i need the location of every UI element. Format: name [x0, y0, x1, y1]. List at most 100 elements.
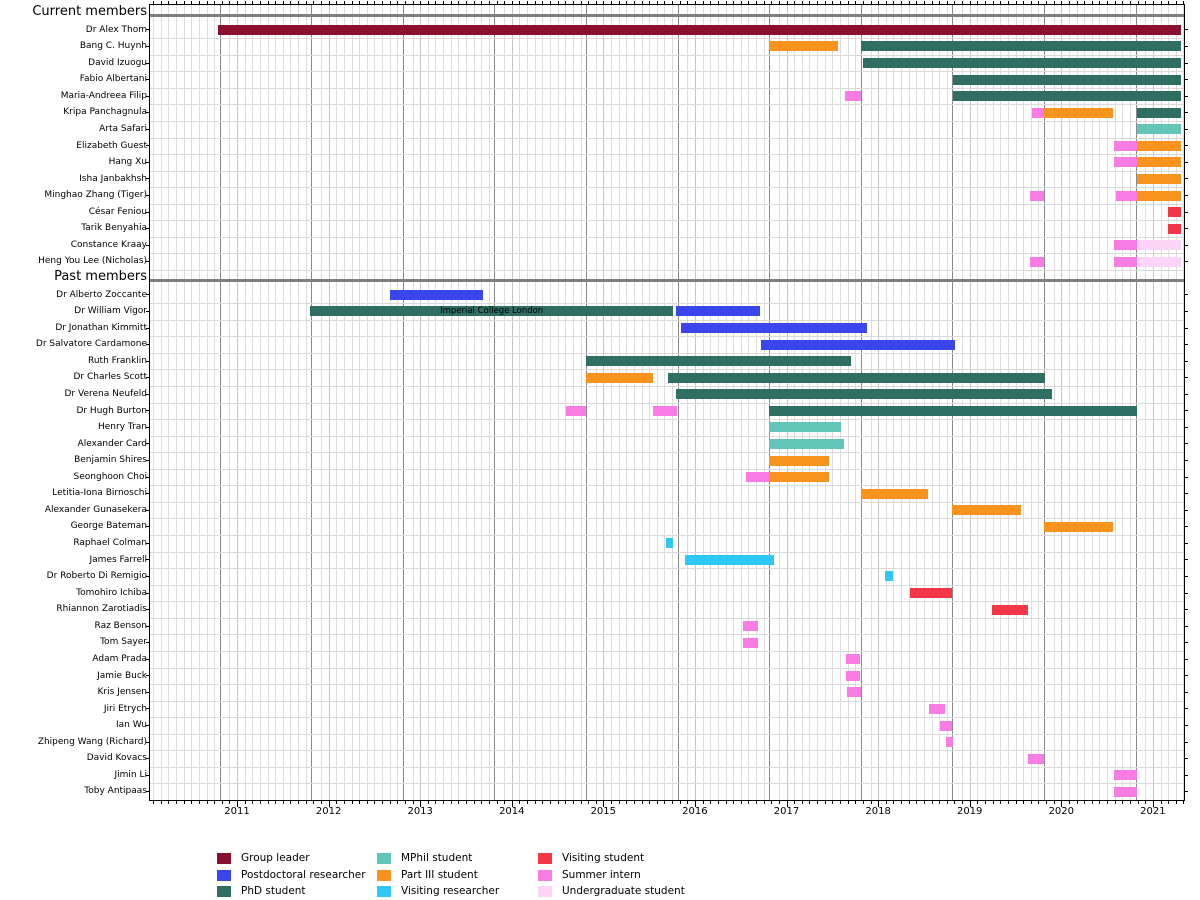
- x-tick-top: [160, 1, 162, 4]
- x-tick-top: [542, 1, 544, 4]
- x-tick-minor: [717, 801, 719, 804]
- member-label: Hang Xu: [108, 157, 147, 168]
- x-tick-minor: [748, 801, 750, 804]
- x-tick-top: [343, 1, 345, 4]
- x-tick-top: [443, 1, 445, 4]
- x-tick-minor: [275, 801, 277, 804]
- x-tick-minor: [1091, 801, 1093, 804]
- x-tick-top: [427, 1, 429, 4]
- gantt-bar-part3: [860, 488, 929, 499]
- x-tick-minor: [397, 801, 399, 804]
- gantt-bar-postdoc: [681, 323, 868, 333]
- x-tick-minor: [1099, 801, 1101, 804]
- gantt-bar-postdoc: [760, 339, 956, 350]
- x-tick-minor: [847, 801, 849, 804]
- gantt-bar-part3: [1043, 107, 1113, 118]
- x-tick-top: [1099, 1, 1101, 4]
- x-tick-top: [214, 1, 216, 4]
- x-tick-minor: [1183, 801, 1185, 804]
- x-tick-minor: [298, 801, 300, 804]
- x-tick-top: [557, 1, 559, 4]
- gantt-bar-phd: Imperial College London: [310, 306, 673, 317]
- member-label: Bang C. Huynh: [79, 41, 147, 52]
- gantt-bar-part3: [952, 505, 1021, 516]
- x-tick-minor: [1053, 801, 1055, 804]
- x-tick-top: [267, 1, 269, 4]
- x-tick-top: [649, 1, 651, 4]
- x-tick-top: [1068, 1, 1070, 4]
- x-tick-minor: [633, 801, 635, 804]
- x-tick-minor: [985, 801, 986, 804]
- x-tick-minor: [839, 801, 841, 804]
- gantt-bar-summer_intern: [652, 405, 678, 416]
- member-label: Letitia-Iona Birnoschi: [52, 488, 147, 499]
- x-tick-top: [313, 1, 315, 4]
- legend-swatch-part3: [377, 870, 391, 881]
- x-tick-top: [672, 1, 673, 4]
- x-tick-label: 2021: [1140, 806, 1166, 817]
- gantt-bar-part3: [1137, 157, 1182, 168]
- gantt-bar-mphil: [1137, 124, 1182, 135]
- x-tick-minor: [992, 801, 994, 804]
- x-tick-minor: [1175, 801, 1177, 804]
- member-label: Raz Benson: [94, 620, 147, 631]
- gantt-bar-phd: [769, 405, 1138, 416]
- x-tick-top: [1015, 1, 1017, 4]
- x-tick-minor: [702, 801, 704, 804]
- gantt-bar-summer_intern: [746, 472, 770, 482]
- x-tick-label: 2019: [956, 806, 983, 817]
- legend-label-mphil: MPhil student: [401, 852, 473, 864]
- x-tick-minor: [1007, 801, 1009, 804]
- row-gridline: [150, 137, 1184, 139]
- gantt-bar-part3: [1043, 521, 1113, 532]
- x-tick-top: [611, 1, 612, 4]
- x-tick-top: [725, 1, 727, 4]
- x-tick-top: [328, 1, 330, 4]
- x-tick-top: [878, 1, 880, 4]
- x-tick-minor: [862, 801, 864, 804]
- x-tick-minor: [1000, 801, 1002, 804]
- gantt-bar-phd: [860, 41, 1182, 52]
- x-tick-minor: [374, 801, 376, 804]
- x-tick-minor: [519, 801, 521, 804]
- legend-swatch-mphil: [377, 853, 391, 864]
- x-tick-top: [885, 1, 887, 4]
- x-tick-minor: [572, 801, 574, 804]
- legend-swatch-postdoc: [217, 870, 231, 881]
- x-tick-top: [206, 1, 208, 4]
- x-tick-top: [1061, 1, 1063, 4]
- x-tick-top: [580, 1, 582, 4]
- x-tick-minor: [153, 801, 155, 804]
- row-gridline: [150, 402, 1184, 404]
- gantt-bar-phd: [953, 74, 1182, 85]
- x-tick-minor: [1130, 801, 1131, 804]
- x-tick-minor: [259, 801, 261, 804]
- row-gridline: [150, 170, 1184, 172]
- member-label: Raphael Colman: [73, 538, 147, 548]
- x-tick-minor: [321, 801, 322, 804]
- x-tick-minor: [1122, 801, 1124, 804]
- x-tick-minor: [908, 801, 910, 804]
- row-gridline: [150, 154, 1184, 156]
- x-tick-top: [374, 1, 376, 4]
- x-tick-top: [801, 1, 803, 4]
- x-tick-top: [694, 1, 696, 4]
- gantt-bar-summer_intern: [1114, 786, 1138, 797]
- gantt-bar-summer_intern: [742, 637, 759, 648]
- x-tick-top: [1007, 1, 1009, 4]
- x-tick-top: [893, 1, 895, 4]
- x-tick-top: [687, 1, 689, 4]
- gantt-bar-summer_intern: [945, 737, 954, 747]
- member-label: Maria-Andreea Filip: [60, 90, 147, 101]
- x-tick-minor: [901, 801, 902, 804]
- x-tick-top: [740, 1, 742, 4]
- gantt-bar-summer_intern: [1113, 240, 1138, 251]
- section-header-past: Past members: [54, 269, 147, 284]
- x-tick-minor: [588, 801, 590, 804]
- x-tick-minor: [267, 801, 269, 804]
- row-gridline: [150, 352, 1184, 354]
- x-tick-top: [191, 1, 193, 4]
- row-gridline: [150, 236, 1184, 238]
- member-label: Dr Alex Thom: [85, 24, 147, 35]
- member-label: David Kovacs: [86, 753, 147, 764]
